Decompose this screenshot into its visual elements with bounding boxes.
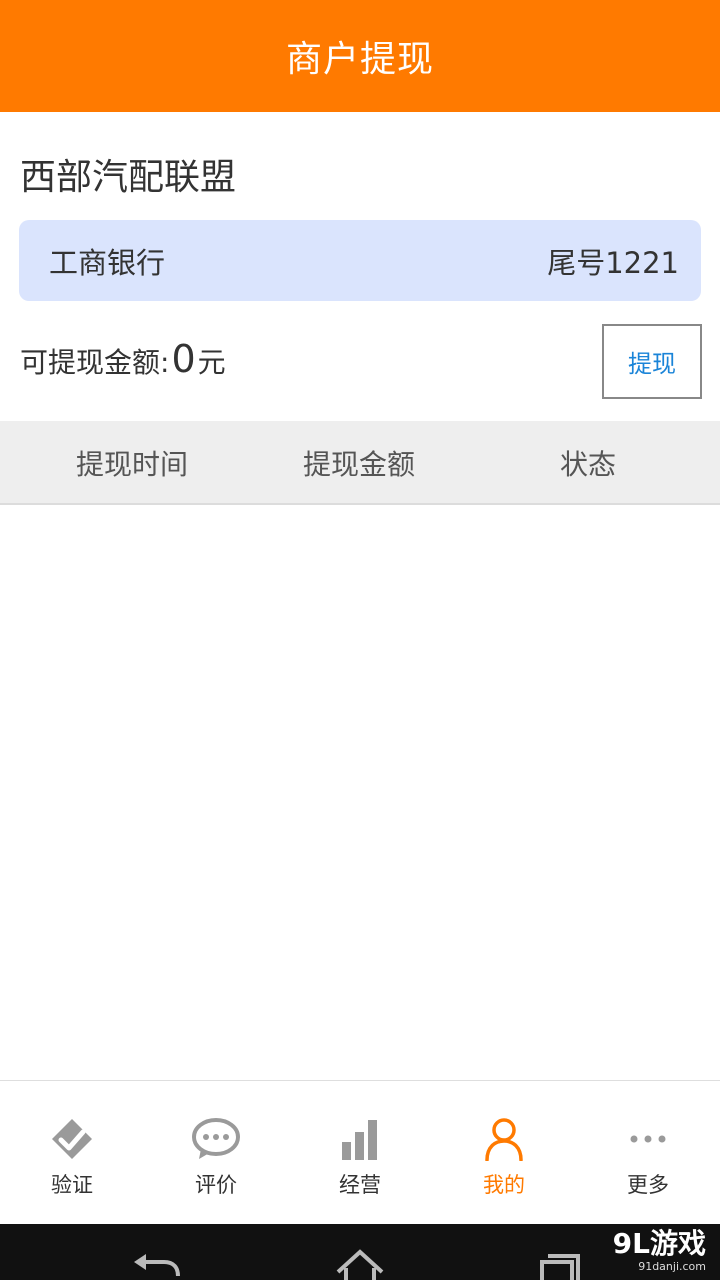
home-icon[interactable] — [330, 1248, 390, 1280]
balance-unit: 元 — [197, 346, 226, 379]
tab-reviews[interactable]: 评价 — [144, 1081, 288, 1225]
tab-more[interactable]: 更多 — [576, 1081, 720, 1225]
tab-mine[interactable]: 我的 — [432, 1081, 576, 1225]
verify-icon — [0, 1115, 144, 1163]
bank-name: 工商银行 — [49, 245, 166, 280]
tab-mine-label: 我的 — [483, 1173, 525, 1197]
column-header-status: 状态 — [559, 448, 616, 481]
withdrawable-balance: 可提现金额: 0 元 — [20, 340, 226, 381]
bank-card[interactable]: 工商银行 尾号1221 — [19, 220, 701, 301]
bottom-tab-bar: 验证 评价 经营 我的 更多 — [0, 1080, 720, 1224]
card-tail-number: 尾号1221 — [547, 245, 679, 280]
person-icon — [432, 1115, 576, 1163]
merchant-name: 西部汽配联盟 — [20, 157, 237, 198]
column-header-amount: 提现金额 — [302, 448, 415, 481]
balance-amount: 0 — [171, 337, 196, 381]
page-title: 商户提现 — [285, 39, 434, 80]
back-icon[interactable] — [128, 1248, 188, 1280]
column-header-time: 提现时间 — [75, 448, 188, 481]
watermark-logo: 9L游戏 91danji.com — [612, 1227, 706, 1274]
tab-verify[interactable]: 验证 — [0, 1081, 144, 1225]
watermark-main: 9L游戏 — [612, 1227, 706, 1260]
top-app-bar: 商户提现 — [0, 0, 720, 112]
tab-more-label: 更多 — [627, 1173, 669, 1197]
bar-chart-icon — [288, 1115, 432, 1163]
records-table-header: 提现时间 提现金额 状态 — [0, 421, 720, 505]
more-dots-icon — [576, 1115, 720, 1163]
tab-reviews-label: 评价 — [195, 1173, 237, 1197]
withdraw-button[interactable]: 提现 — [602, 324, 702, 399]
balance-label: 可提现金额: — [20, 346, 170, 379]
tab-verify-label: 验证 — [51, 1173, 93, 1197]
recent-apps-icon[interactable] — [534, 1248, 594, 1280]
system-navigation-bar: 9L游戏 91danji.com — [0, 1224, 720, 1280]
tab-business-label: 经营 — [339, 1173, 381, 1197]
watermark-sub: 91danji.com — [638, 1260, 706, 1273]
chat-bubble-icon — [144, 1115, 288, 1163]
tab-business[interactable]: 经营 — [288, 1081, 432, 1225]
